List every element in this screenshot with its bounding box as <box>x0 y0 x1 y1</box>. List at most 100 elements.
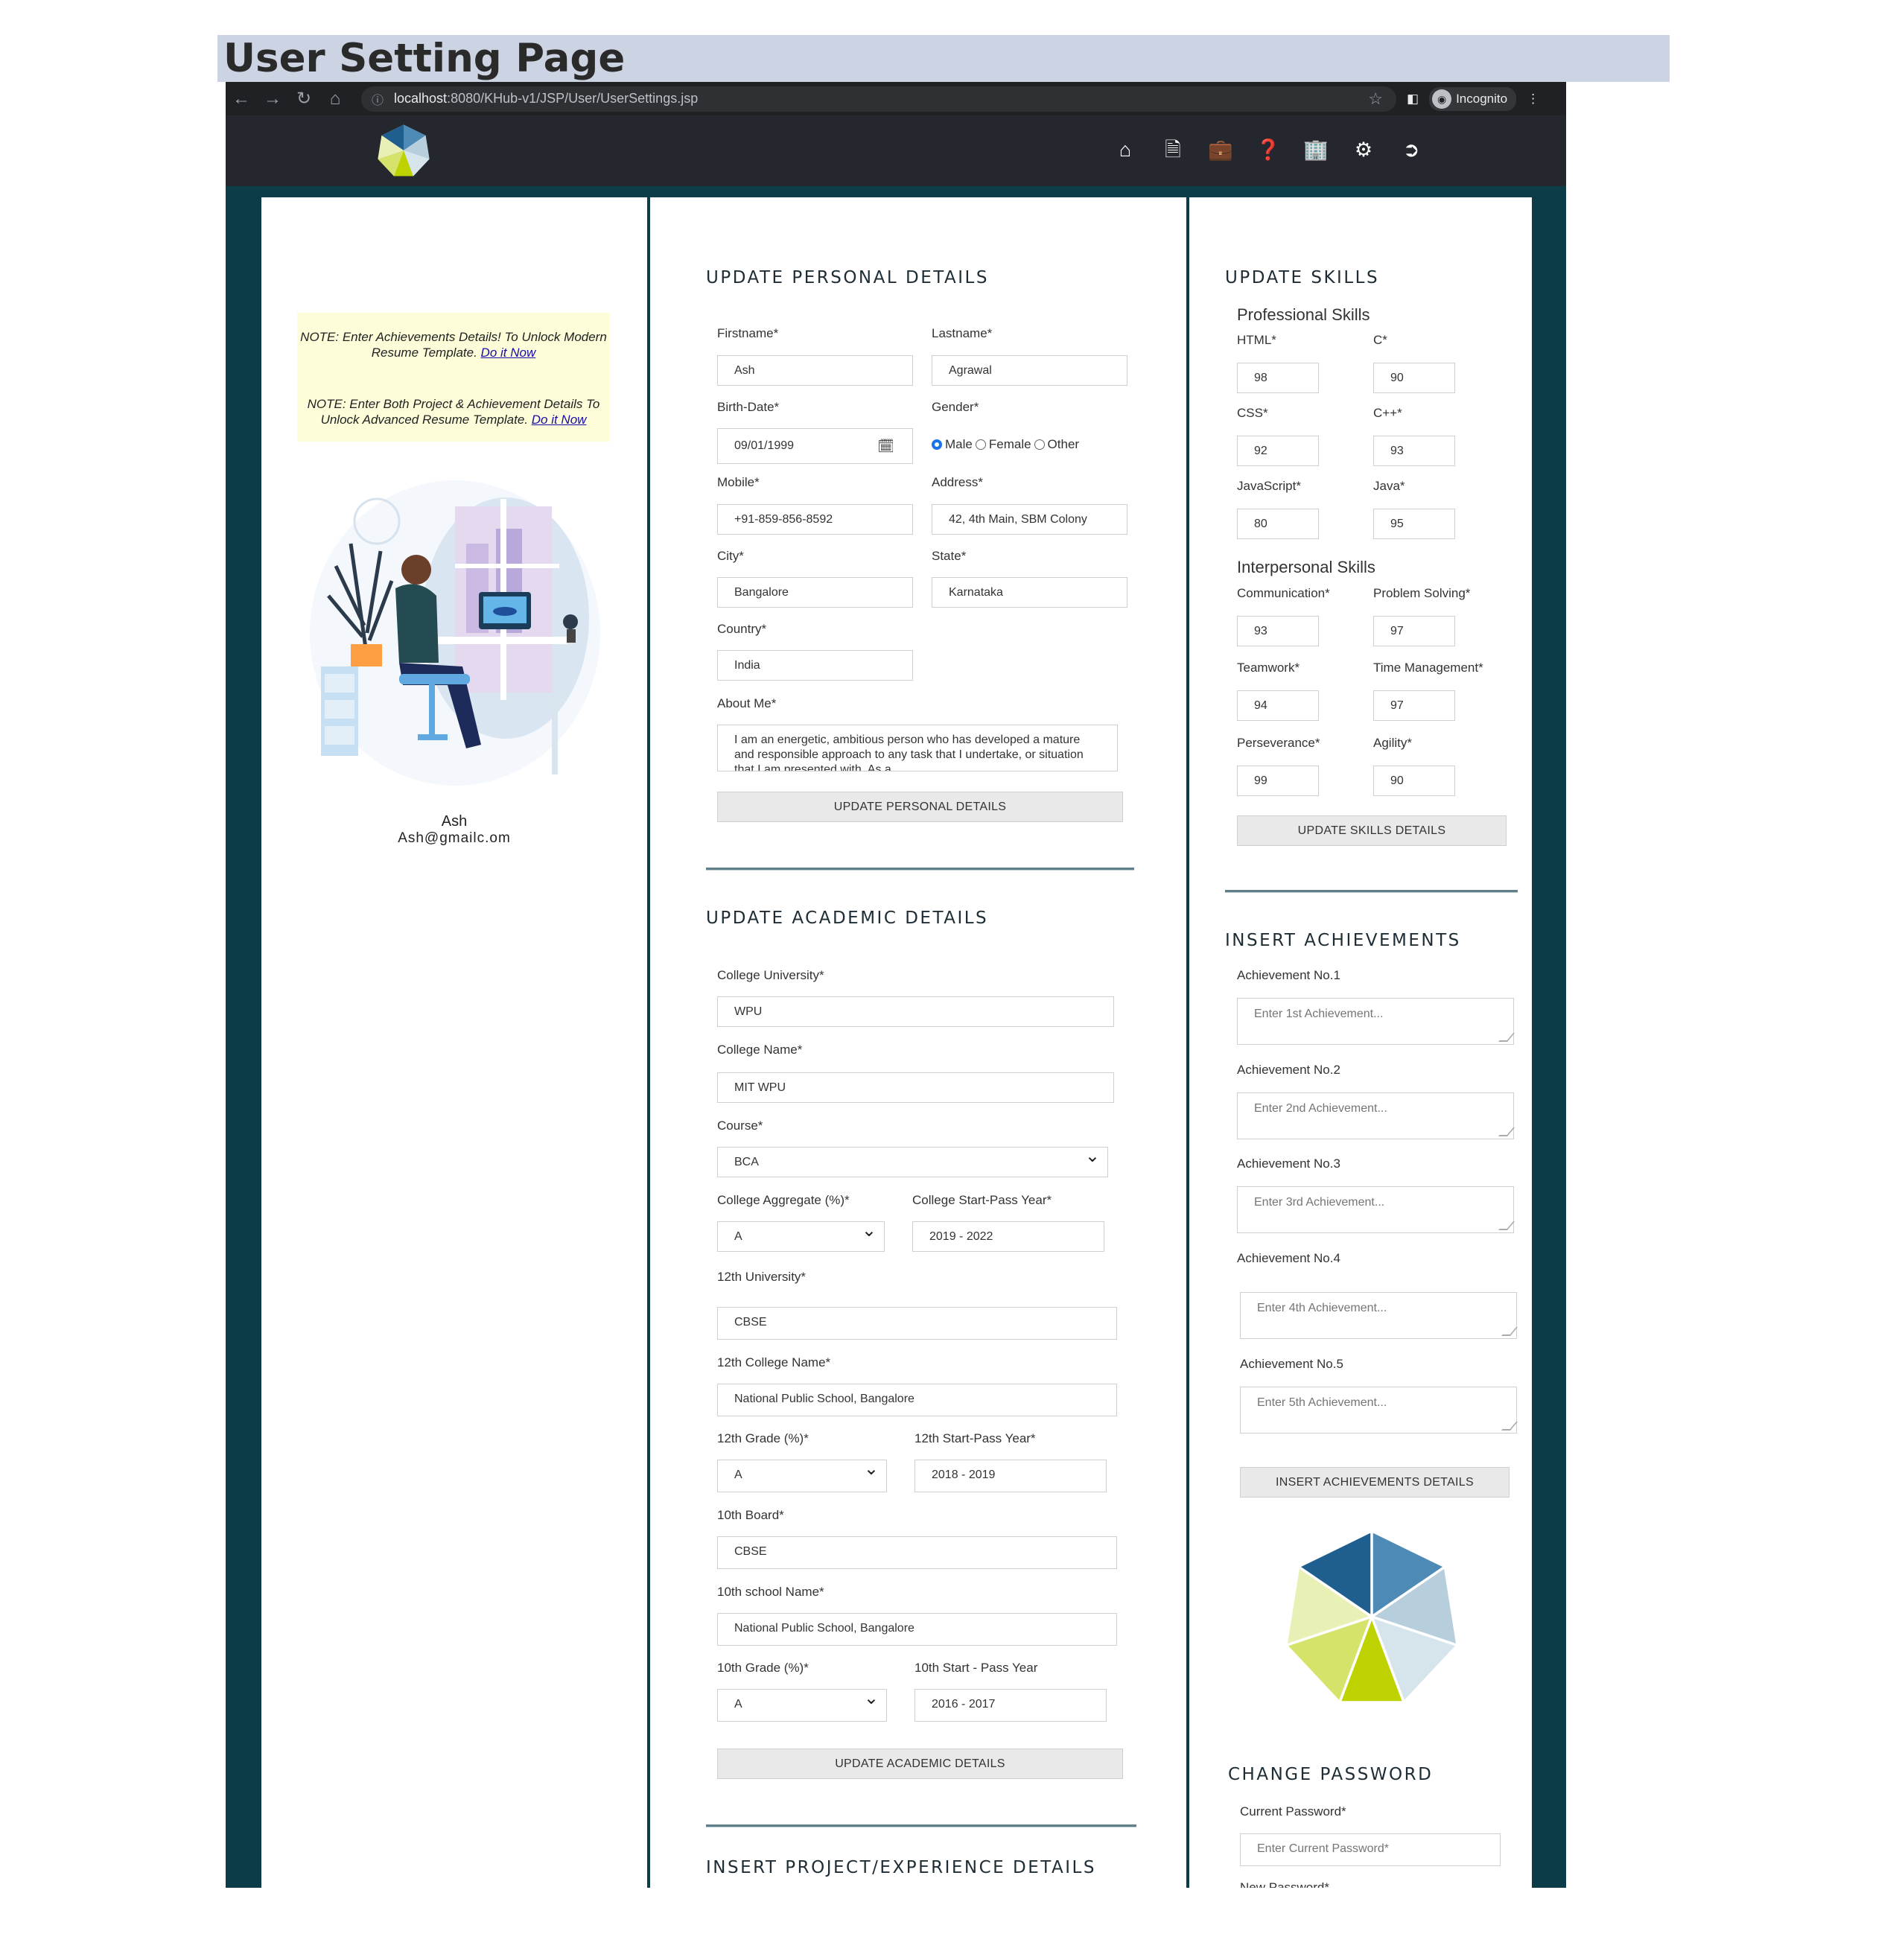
address-bar[interactable]: ⓘ localhost:8080/KHub-v1/JSP/User/UserSe… <box>361 86 1396 112</box>
section-divider <box>1225 890 1518 893</box>
side-panel-icon[interactable]: ◧ <box>1407 92 1419 106</box>
gender-other-radio[interactable] <box>1034 439 1045 450</box>
twelfth-grade-label: 12th Grade (%)* <box>717 1431 809 1445</box>
perseverance-input[interactable]: 99 <box>1237 766 1319 796</box>
achievement-3-textarea[interactable]: Enter 3rd Achievement... <box>1237 1186 1514 1233</box>
teamwork-label: Teamwork* <box>1237 661 1300 675</box>
about-textarea[interactable]: I am an energetic, ambitious person who … <box>717 725 1118 771</box>
state-input[interactable]: Karnataka <box>932 577 1127 608</box>
lastname-input[interactable]: Agrawal <box>932 355 1127 386</box>
teamwork-input[interactable]: 94 <box>1237 690 1319 721</box>
twelfth-college-input[interactable]: National Public School, Bangalore <box>717 1384 1117 1416</box>
tenth-year-label: 10th Start - Pass Year <box>914 1661 1038 1675</box>
do-it-now-link-1[interactable]: Do it Now <box>481 346 536 360</box>
twelfth-university-input[interactable]: CBSE <box>717 1307 1117 1340</box>
c-input[interactable]: 90 <box>1373 363 1455 393</box>
briefcase-icon[interactable]: 💼 <box>1207 136 1234 163</box>
academic-section-title: UPDATE ACADEMIC DETAILS <box>706 909 989 928</box>
gender-female-radio[interactable] <box>975 439 986 450</box>
achievement-5-textarea[interactable]: Enter 5th Achievement... <box>1240 1387 1517 1434</box>
home-icon[interactable]: ⌂ <box>319 89 351 109</box>
birthdate-input[interactable]: 09/01/1999 🗓 <box>717 428 913 464</box>
css-input[interactable]: 92 <box>1237 436 1319 466</box>
document-icon[interactable]: 🗎 <box>1160 136 1186 163</box>
twelfth-grade-select[interactable]: A <box>717 1454 887 1492</box>
update-skills-button[interactable]: UPDATE SKILLS DETAILS <box>1237 815 1507 846</box>
building-icon[interactable]: 🏢 <box>1302 136 1329 163</box>
tenth-school-input[interactable]: National Public School, Bangalore <box>717 1613 1117 1646</box>
forward-arrow-icon[interactable]: → <box>257 89 288 109</box>
logout-icon[interactable]: ➲ <box>1398 136 1425 163</box>
user-name: Ash <box>441 813 468 830</box>
cpp-input[interactable]: 93 <box>1373 436 1455 466</box>
home-icon[interactable]: ⌂ <box>1112 136 1139 163</box>
update-academic-button[interactable]: UPDATE ACADEMIC DETAILS <box>717 1749 1123 1779</box>
twelfth-year-input[interactable]: 2018 - 2019 <box>914 1460 1107 1492</box>
problem-solving-input[interactable]: 97 <box>1373 616 1455 646</box>
college-name-input[interactable]: MIT WPU <box>717 1072 1114 1103</box>
college-university-input[interactable]: WPU <box>717 996 1114 1027</box>
update-personal-button[interactable]: UPDATE PERSONAL DETAILS <box>717 792 1123 822</box>
html-input[interactable]: 98 <box>1237 363 1319 393</box>
firstname-input[interactable]: Ash <box>717 355 913 386</box>
college-year-label: College Start-Pass Year* <box>912 1193 1052 1207</box>
project-section-title: INSERT PROJECT/EXPERIENCE DETAILS <box>706 1858 1096 1877</box>
reload-icon[interactable]: ↻ <box>288 88 319 109</box>
html-label: HTML* <box>1237 333 1276 347</box>
javascript-input[interactable]: 80 <box>1237 509 1319 539</box>
current-password-label: Current Password* <box>1240 1804 1346 1819</box>
about-label: About Me* <box>717 696 777 710</box>
gender-female-label: Female <box>988 437 1031 451</box>
bookmark-star-icon[interactable]: ☆ <box>1368 89 1383 109</box>
course-select[interactable]: BCA <box>717 1142 1108 1177</box>
user-email: Ash@gmailc.om <box>398 830 511 846</box>
c-label: C* <box>1373 333 1387 347</box>
time-management-input[interactable]: 97 <box>1373 690 1455 721</box>
incognito-badge[interactable]: ◉ Incognito <box>1429 86 1517 111</box>
achievement-2-textarea[interactable]: Enter 2nd Achievement... <box>1237 1092 1514 1139</box>
gender-male-label: Male <box>945 437 973 451</box>
college-aggregate-select[interactable]: A <box>717 1216 885 1252</box>
country-label: Country* <box>717 622 767 636</box>
skills-column: UPDATE SKILLS Professional Skills HTML* … <box>1189 197 1532 1888</box>
calendar-icon[interactable]: 🗓 <box>877 429 894 463</box>
info-icon[interactable]: ⓘ <box>372 90 384 108</box>
gender-other-label: Other <box>1047 437 1080 451</box>
java-input[interactable]: 95 <box>1373 509 1455 539</box>
twelfth-year-label: 12th Start-Pass Year* <box>914 1431 1036 1445</box>
achievement-4-textarea[interactable]: Enter 4th Achievement... <box>1240 1292 1517 1339</box>
mobile-label: Mobile* <box>717 475 760 489</box>
tenth-board-input[interactable]: CBSE <box>717 1536 1117 1569</box>
css-label: CSS* <box>1237 406 1268 420</box>
app-logo[interactable] <box>377 124 430 177</box>
perseverance-label: Perseverance* <box>1237 736 1320 750</box>
city-label: City* <box>717 549 744 563</box>
lastname-label: Lastname* <box>932 326 993 340</box>
city-input[interactable]: Bangalore <box>717 577 913 608</box>
interpersonal-skills-title: Interpersonal Skills <box>1237 558 1375 576</box>
college-year-input[interactable]: 2019 - 2022 <box>912 1221 1104 1252</box>
section-divider <box>706 1824 1136 1827</box>
gender-male-radio[interactable] <box>932 439 942 450</box>
agility-input[interactable]: 90 <box>1373 766 1455 796</box>
help-book-icon[interactable]: ❓ <box>1255 136 1282 163</box>
communication-input[interactable]: 93 <box>1237 616 1319 646</box>
new-password-label: New Password* <box>1240 1880 1329 1888</box>
birthdate-label: Birth-Date* <box>717 400 780 414</box>
skills-section-title: UPDATE SKILLS <box>1225 268 1380 287</box>
problem-solving-label: Problem Solving* <box>1373 586 1471 600</box>
address-input[interactable]: 42, 4th Main, SBM Colony <box>932 504 1127 535</box>
mobile-input[interactable]: +91-859-856-8592 <box>717 504 913 535</box>
insert-achievements-button[interactable]: INSERT ACHIEVEMENTS DETAILS <box>1240 1467 1510 1498</box>
country-input[interactable]: India <box>717 650 913 681</box>
personal-section-title: UPDATE PERSONAL DETAILS <box>706 268 989 287</box>
tenth-year-input[interactable]: 2016 - 2017 <box>914 1689 1107 1722</box>
back-arrow-icon[interactable]: ← <box>226 89 257 109</box>
tenth-grade-select[interactable]: A <box>717 1684 887 1722</box>
achievement-1-textarea[interactable]: Enter 1st Achievement... <box>1237 998 1514 1045</box>
do-it-now-link-2[interactable]: Do it Now <box>532 413 587 427</box>
user-settings-icon[interactable]: ⚙ <box>1350 136 1377 163</box>
current-password-input[interactable]: Enter Current Password* <box>1240 1833 1501 1866</box>
browser-menu-icon[interactable]: ⋮ <box>1527 92 1539 106</box>
browser-toolbar: ← → ↻ ⌂ ⓘ localhost:8080/KHub-v1/JSP/Use… <box>226 82 1566 115</box>
